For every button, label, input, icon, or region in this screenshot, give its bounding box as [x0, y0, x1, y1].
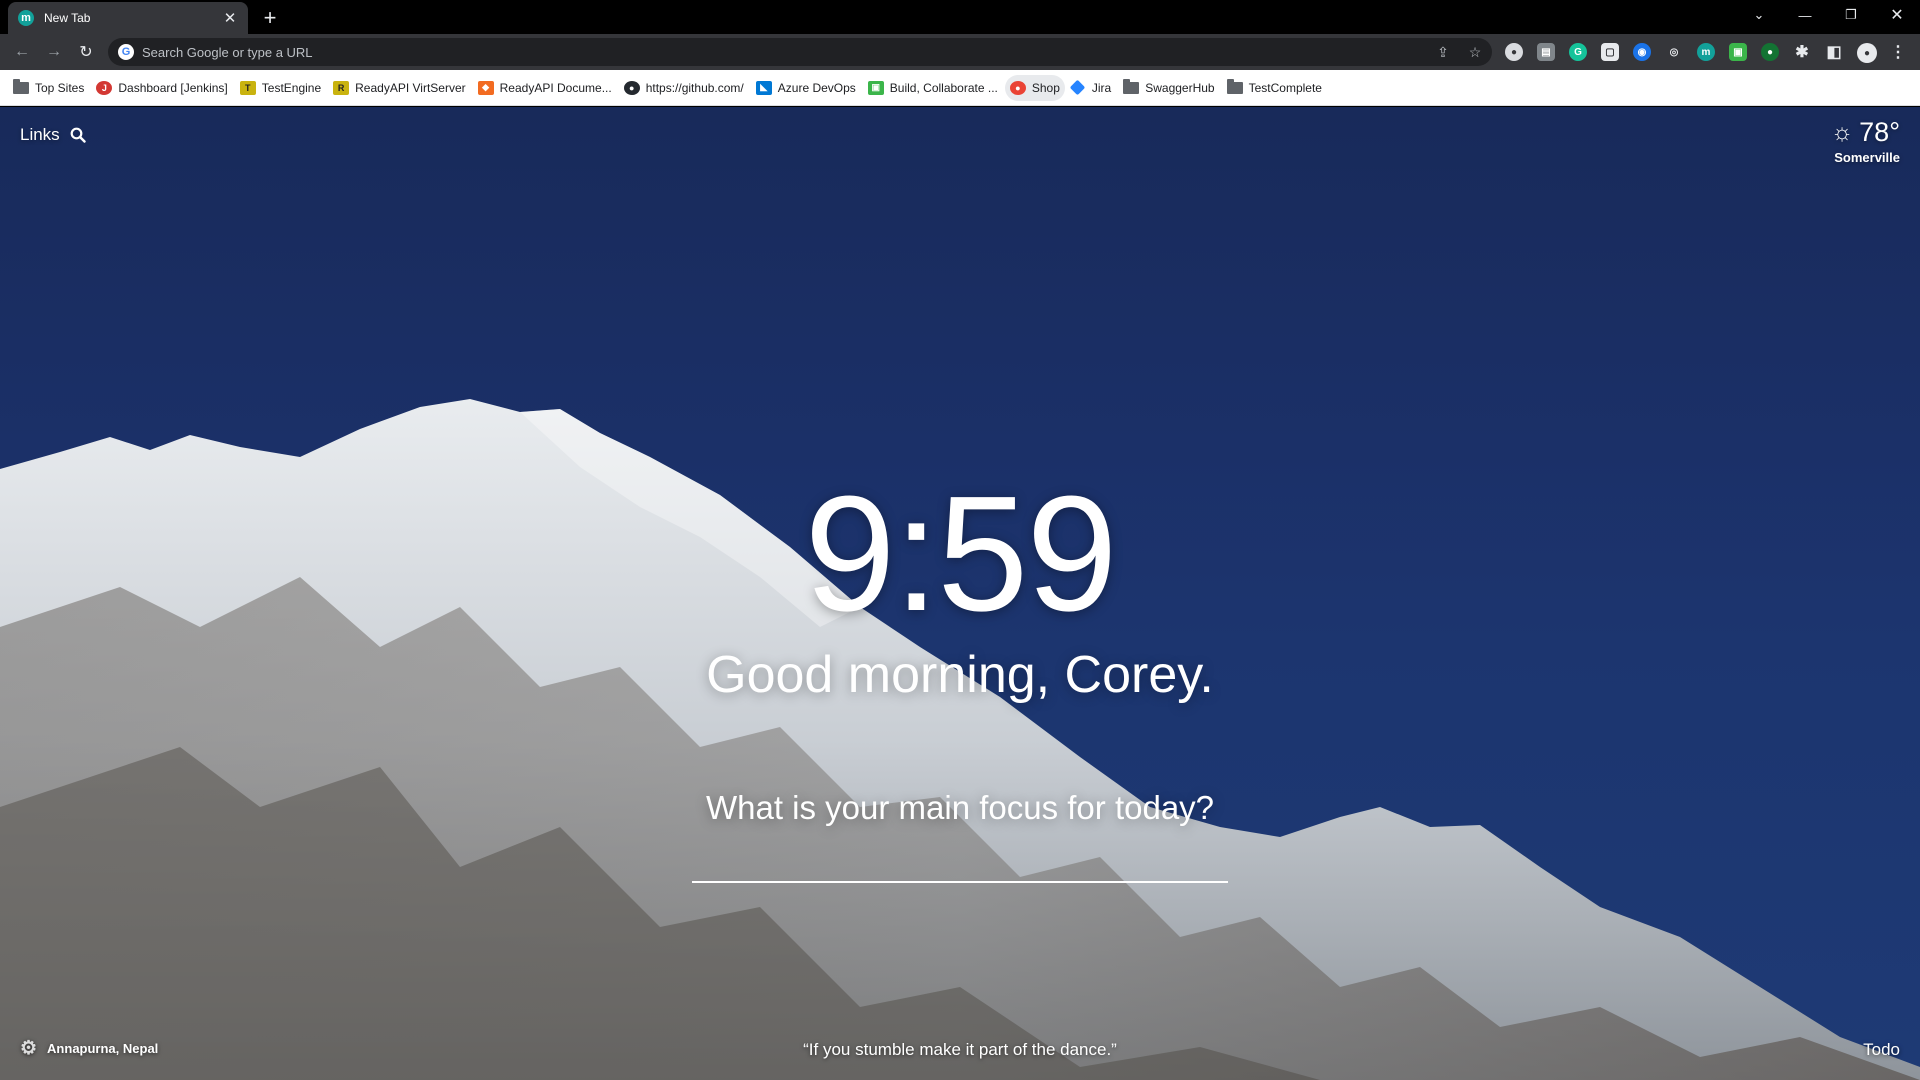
folder-icon	[1123, 78, 1140, 94]
back-arrow-icon[interactable]: ←	[10, 40, 34, 64]
bookmark-star-icon[interactable]: ☆	[1466, 44, 1484, 60]
bookmark-testengine[interactable]: T TestEngine	[235, 75, 326, 101]
links-button[interactable]: Links	[20, 125, 86, 145]
menu-kebab-icon[interactable]: ⋮	[1889, 43, 1907, 61]
side-panel-icon[interactable]: ◧	[1825, 43, 1843, 61]
tab-search-icon[interactable]: ⌄	[1736, 0, 1782, 30]
focus-prompt: What is your main focus for today?	[705, 789, 1215, 826]
weather-widget[interactable]: ☼ 78° Somerville	[1831, 117, 1900, 165]
sun-icon: ☼	[1831, 118, 1854, 146]
address-input[interactable]	[142, 44, 1342, 60]
testengine-icon: T	[239, 80, 256, 95]
build-icon: ▣	[867, 80, 884, 95]
folder-icon	[13, 78, 29, 94]
close-window-button[interactable]: ✕	[1874, 0, 1920, 30]
bookmark-shop[interactable]: ● Shop	[1004, 74, 1065, 101]
bookmark-github[interactable]: ● https://github.com/	[619, 75, 749, 101]
weather-location: Somerville	[1834, 150, 1900, 165]
focus-input[interactable]	[692, 843, 1228, 883]
minimize-button[interactable]: —	[1782, 0, 1828, 30]
greeting: Good morning, Corey.	[706, 646, 1214, 704]
extensions-puzzle-icon[interactable]: ✱	[1793, 43, 1811, 61]
profile-avatar-icon[interactable]: ●	[1857, 43, 1877, 63]
bookmark-jira[interactable]: Jira	[1067, 75, 1116, 101]
bookmark-readyapi-virtserver[interactable]: R ReadyAPI VirtServer	[328, 75, 471, 101]
bookmark-azure-devops[interactable]: ◣ Azure DevOps	[751, 75, 861, 101]
share-icon[interactable]: ⇪	[1434, 44, 1452, 60]
tab-strip: m New Tab ✕ + ⌄ — ❐ ✕	[0, 0, 1920, 34]
momentum-extension-icon[interactable]: m	[1697, 43, 1715, 61]
bookmark-build-collaborate[interactable]: ▣ Build, Collaborate ...	[863, 75, 1003, 101]
reload-icon[interactable]: ↻	[74, 40, 98, 64]
browser-toolbar: ← → ↻ G ⇪ ☆ ● ▤ G ▢ ◉ ◎ m ▣ ● ✱ ◧ ● ⋮	[0, 34, 1920, 70]
jenkins-icon: J	[96, 80, 113, 95]
extension-blue-icon[interactable]: ◉	[1633, 43, 1651, 61]
extension-circle-icon[interactable]: ●	[1505, 43, 1523, 61]
forward-arrow-icon[interactable]: →	[42, 40, 66, 64]
folder-icon	[1226, 78, 1243, 94]
todo-button[interactable]: Todo	[1863, 1040, 1900, 1060]
search-icon[interactable]	[70, 127, 86, 143]
momentum-favicon-icon: m	[18, 10, 34, 26]
new-tab-button[interactable]: +	[258, 6, 282, 30]
tab-new-tab[interactable]: m New Tab ✕	[8, 2, 248, 34]
grammarly-icon[interactable]: G	[1569, 43, 1587, 61]
tab-title: New Tab	[44, 11, 91, 25]
extension-green-icon[interactable]: ▣	[1729, 43, 1747, 61]
extension-pdf-icon[interactable]: ▤	[1537, 43, 1555, 61]
omnibox[interactable]: G ⇪ ☆	[108, 38, 1492, 66]
restore-button[interactable]: ❐	[1828, 0, 1874, 30]
bookmark-testcomplete[interactable]: TestComplete	[1222, 75, 1327, 101]
readyapi-docs-icon: ◆	[477, 80, 494, 95]
jira-icon	[1069, 79, 1086, 96]
daily-quote: “If you stumble make it part of the danc…	[803, 1040, 1117, 1059]
bookmark-jenkins[interactable]: J Dashboard [Jenkins]	[91, 75, 232, 101]
bookmark-swaggerhub[interactable]: SwaggerHub	[1118, 75, 1219, 101]
azure-devops-icon: ◣	[755, 80, 772, 95]
bookmark-top-sites[interactable]: Top Sites	[8, 75, 89, 101]
extension-square-icon[interactable]: ▢	[1601, 43, 1619, 61]
close-tab-icon[interactable]: ✕	[222, 10, 238, 26]
extension-glasses-icon[interactable]: ◎	[1665, 43, 1683, 61]
github-icon: ●	[623, 80, 640, 95]
clock: 9:59	[804, 462, 1117, 645]
google-icon: G	[118, 44, 134, 60]
readyapi-icon: R	[333, 80, 350, 95]
shop-icon: ●	[1009, 80, 1026, 95]
momentum-dashboard: Links ☼ 78° Somerville 9:59 Good morning…	[0, 107, 1920, 1080]
weather-temperature: 78°	[1859, 117, 1900, 147]
bookmark-readyapi-docs[interactable]: ◆ ReadyAPI Docume...	[473, 75, 617, 101]
extension-dot-icon[interactable]: ●	[1761, 43, 1779, 61]
bookmarks-bar: Top Sites J Dashboard [Jenkins] T TestEn…	[0, 70, 1920, 106]
